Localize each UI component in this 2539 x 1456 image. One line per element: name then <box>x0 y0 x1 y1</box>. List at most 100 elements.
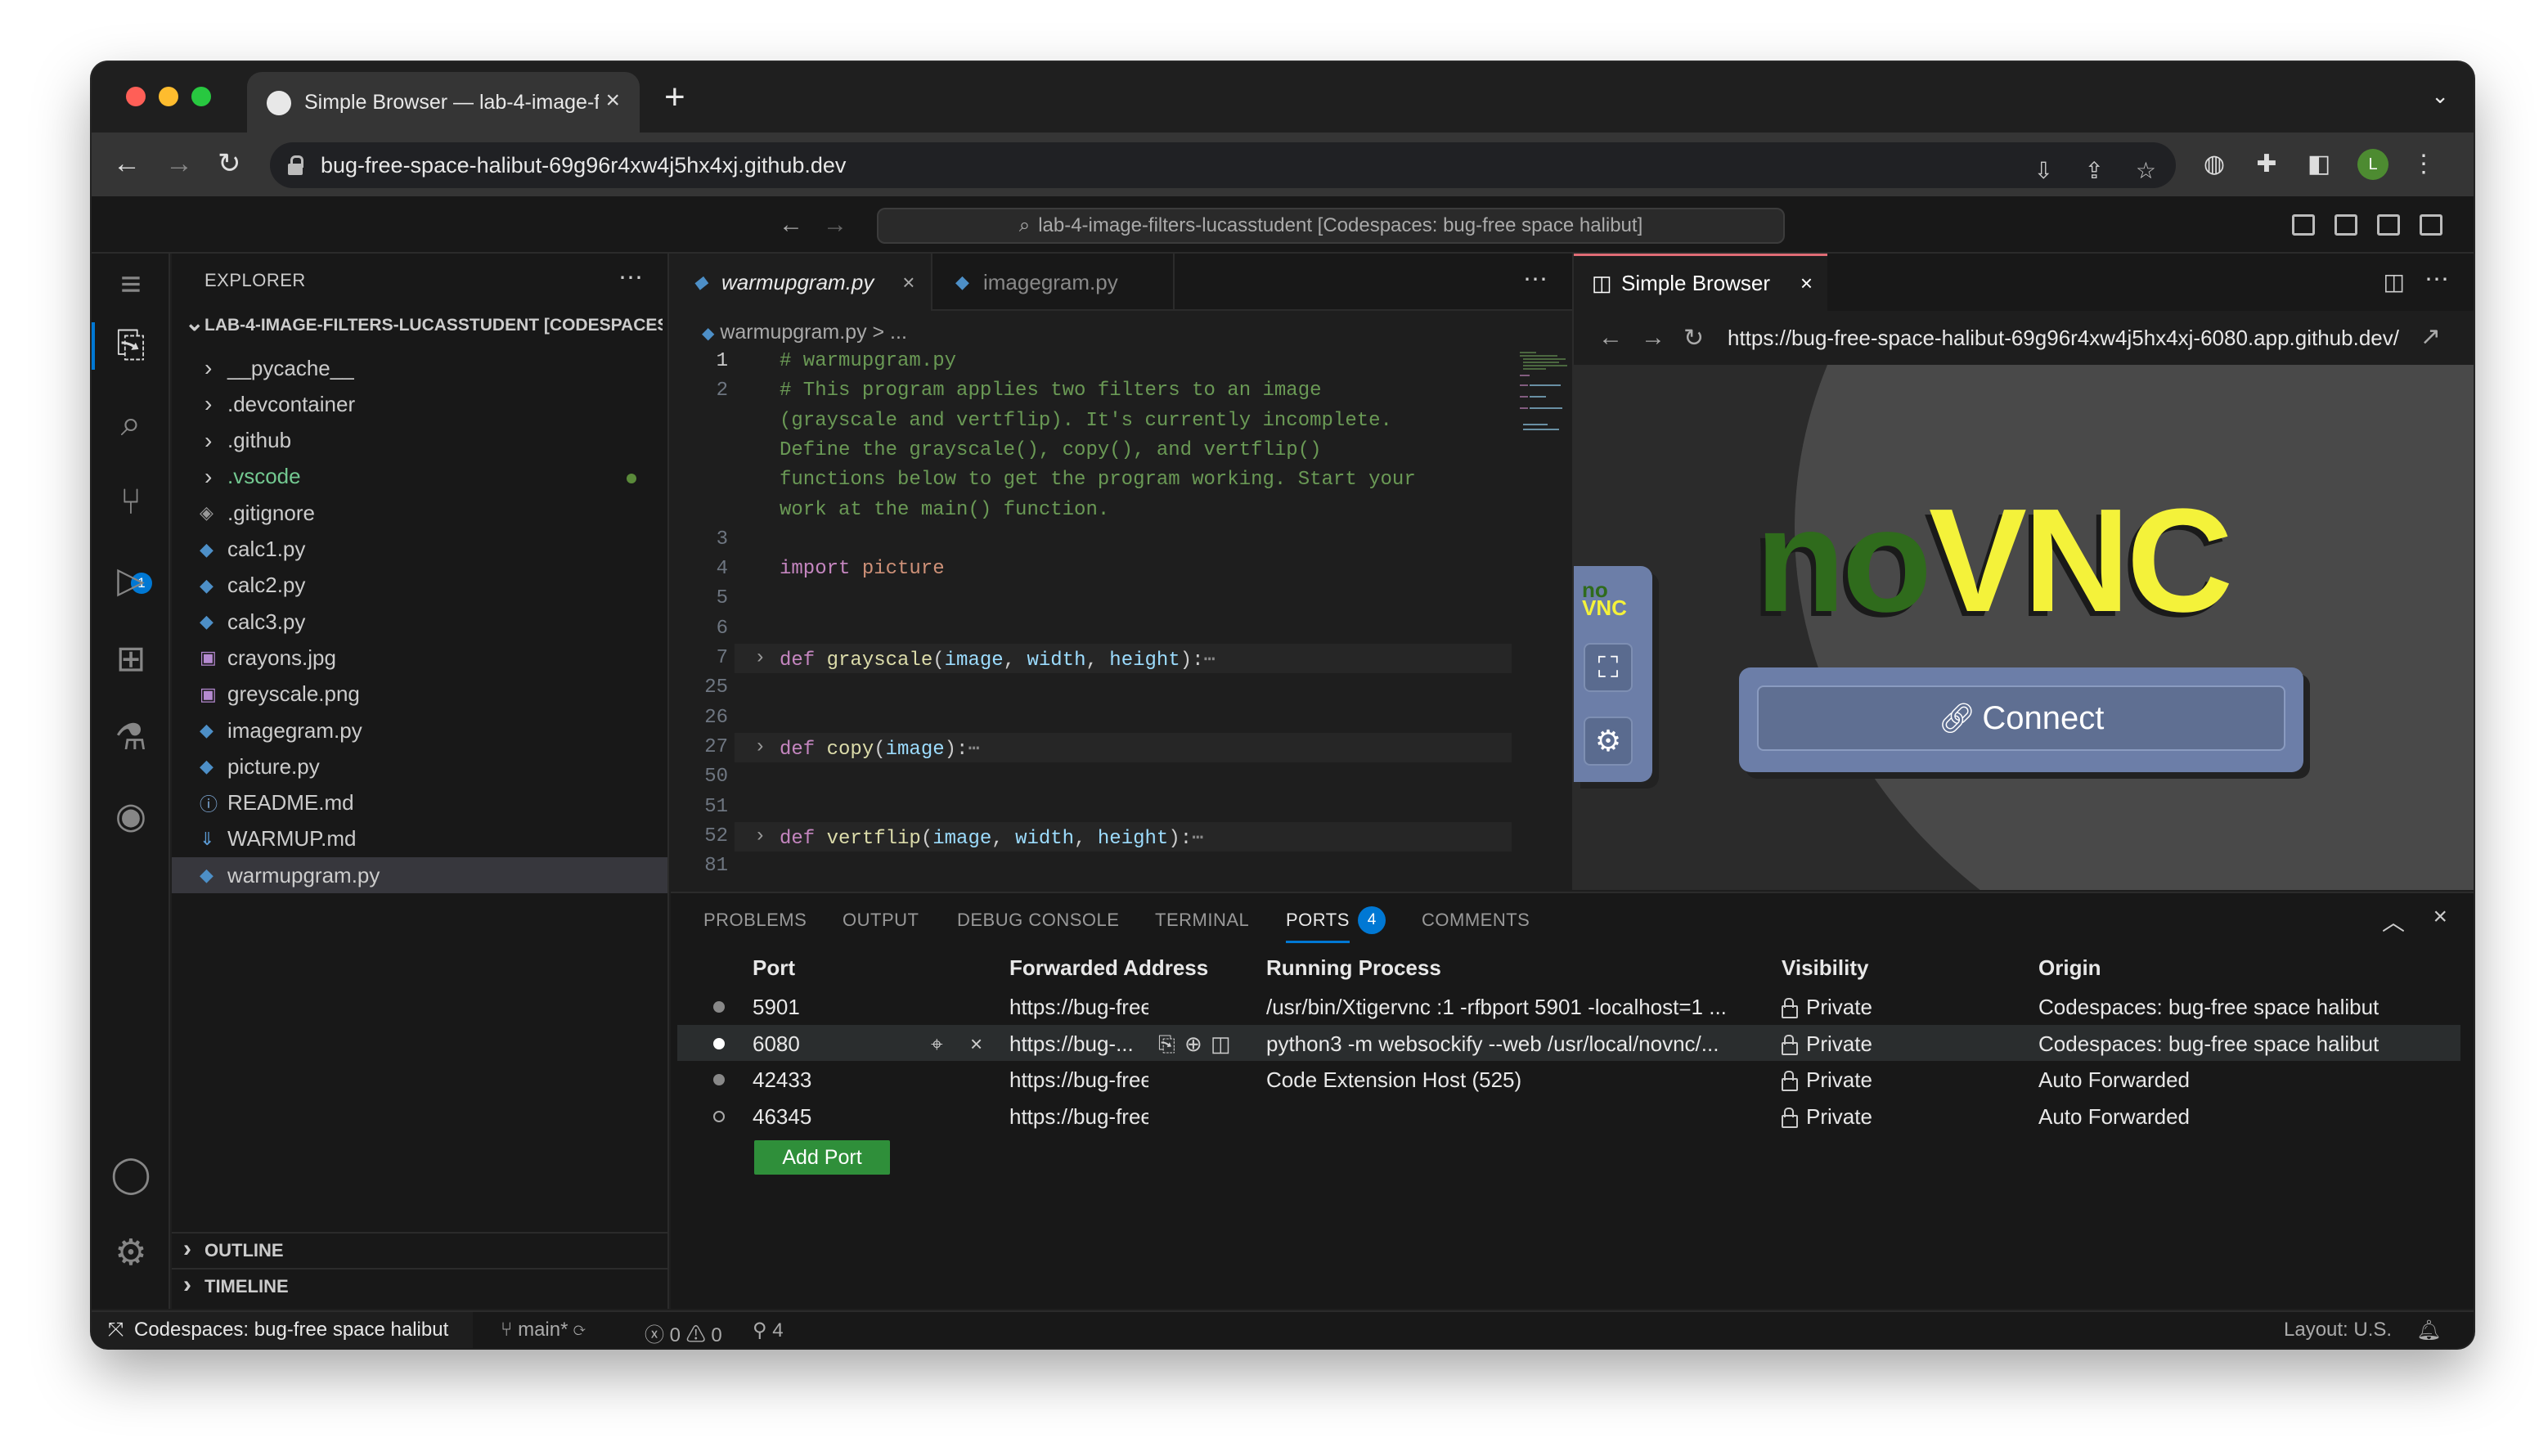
remote-indicator[interactable]: ⤧ Codespaces: bug-free space halibut <box>92 1312 474 1348</box>
address-bar[interactable]: bug-free-space-halibut-69g96r4xw4j5hx4xj… <box>270 142 2176 188</box>
explorer-icon[interactable]: ⎘ <box>110 324 152 366</box>
timeline-section[interactable]: TIMELINE <box>172 1268 667 1304</box>
folded-ellipsis[interactable]: ⋯ <box>1204 649 1216 672</box>
port-row[interactable]: 42433 https://bug-free-spac... Code Extens… <box>677 1061 2460 1097</box>
tab-problems[interactable]: PROBLEMS <box>703 910 807 931</box>
forward-icon[interactable]: → <box>1641 324 1665 352</box>
accounts-icon[interactable]: ◯ <box>110 1153 152 1196</box>
side-panel-icon[interactable]: ◧ <box>2305 151 2333 178</box>
explorer-item[interactable]: ◆ imagegram.py <box>172 712 667 748</box>
manage-gear-icon[interactable]: ⚙ <box>110 1232 152 1274</box>
notifications-bell-icon[interactable]: 🔔︎ <box>2416 1319 2441 1342</box>
minimize-window-button[interactable] <box>159 87 178 106</box>
problems-indicator[interactable]: ⓧ 0 ⚠ 0 <box>645 1319 722 1347</box>
explorer-item[interactable]: ◆ warmupgram.py <box>172 857 667 894</box>
github-icon[interactable]: ◉ <box>110 795 152 838</box>
split-editor-icon[interactable]: ◫ <box>2384 268 2405 295</box>
reload-icon[interactable]: ↻ <box>218 146 241 182</box>
port-address[interactable]: https://bug-free-spac... <box>1009 995 1148 1020</box>
connect-button[interactable]: 🔗︎ Connect <box>1757 685 2285 751</box>
port-row[interactable]: 6080 https://bug-... python3 -m websockify… <box>677 1024 2460 1061</box>
more-actions-icon[interactable]: ⋯ <box>618 263 643 292</box>
close-panel-icon[interactable]: × <box>2433 903 2447 931</box>
explorer-item[interactable]: ◆ calc1.py <box>172 532 667 568</box>
minimap[interactable] <box>1518 350 1567 448</box>
settings-gear-button[interactable]: ⚙ <box>1584 717 1633 766</box>
extensions-icon[interactable]: ⊞ <box>110 638 152 681</box>
back-icon[interactable]: ← <box>1598 324 1623 352</box>
fold-chevron-icon[interactable]: › <box>754 647 766 669</box>
close-window-button[interactable] <box>126 87 146 106</box>
close-tab-icon[interactable]: × <box>1800 271 1813 296</box>
fold-chevron-icon[interactable]: › <box>754 825 766 847</box>
reload-icon[interactable]: ↻ <box>1683 324 1704 353</box>
fullscreen-button[interactable]: ⛶ <box>1584 643 1633 692</box>
new-tab-button[interactable]: + <box>664 77 685 118</box>
source-control-icon[interactable]: ⑂ <box>110 481 152 524</box>
port-address[interactable]: https://bug-free-spac... <box>1009 1104 1148 1130</box>
outline-section[interactable]: OUTLINE <box>172 1232 667 1268</box>
folded-ellipsis[interactable]: ⋯ <box>968 739 979 761</box>
explorer-item[interactable]: › .vscode <box>172 459 667 495</box>
open-external-icon[interactable]: ↗ <box>2420 322 2441 351</box>
tab-comments[interactable]: COMMENTS <box>1422 910 1530 931</box>
port-row[interactable]: 46345 https://bug-free-spac... Private Auto… <box>677 1098 2460 1134</box>
extensions-puzzle-icon[interactable]: ✚ <box>2253 151 2281 178</box>
close-tab-icon[interactable]: × <box>902 270 914 295</box>
explorer-item[interactable]: ⇓ WARMUP.md <box>172 821 667 857</box>
explorer-item[interactable]: ◆ picture.py <box>172 748 667 784</box>
open-in-browser-icon[interactable]: ⊕ <box>1184 1031 1202 1057</box>
branch-indicator[interactable]: ⑂ main* ⟳ <box>501 1319 586 1341</box>
tab-terminal[interactable]: TERMINAL <box>1155 910 1249 931</box>
toggle-panel-icon[interactable] <box>2335 214 2357 236</box>
profile-avatar[interactable]: L <box>2357 149 2388 180</box>
tag-icon[interactable]: ⌖ <box>931 1031 943 1058</box>
toggle-sidebar-icon[interactable] <box>2292 214 2315 236</box>
vscode-back-icon[interactable]: ← <box>779 211 803 239</box>
toggle-secondary-sidebar-icon[interactable] <box>2377 214 2400 236</box>
editor-more-icon[interactable]: ⋯ <box>1523 265 1548 294</box>
explorer-item[interactable]: › .devcontainer <box>172 386 667 422</box>
testing-icon[interactable]: ⚗ <box>110 717 152 759</box>
editor-more-icon[interactable]: ⋯ <box>2424 265 2449 294</box>
maximize-window-button[interactable] <box>191 87 211 106</box>
explorer-item[interactable]: ◈ .gitignore <box>172 495 667 531</box>
search-icon[interactable]: ⌕ <box>110 402 152 445</box>
workspace-root[interactable]: LAB-4-IMAGE-FILTERS-LUCASSTUDENT [CODESP… <box>180 316 663 335</box>
vscode-forward-icon[interactable]: → <box>823 211 847 239</box>
folded-ellipsis[interactable]: ⋯ <box>1192 828 1203 850</box>
port-address[interactable]: https://bug-... <box>1009 1031 1148 1057</box>
share-icon[interactable]: ⇪ <box>2085 157 2104 184</box>
browser-tab[interactable]: Simple Browser — lab-4-image-filters-luc… <box>247 72 640 133</box>
copy-address-icon[interactable]: ⎘ <box>1158 1031 1175 1058</box>
command-center[interactable]: ⌕ lab-4-image-filters-lucasstudent [Code… <box>877 208 1785 244</box>
close-tab-icon[interactable]: × <box>605 87 620 115</box>
tab-imagegram[interactable]: ◆ imagegram.py <box>932 254 1175 311</box>
explorer-item[interactable]: ▣ crayons.jpg <box>172 640 667 676</box>
menu-icon[interactable]: ≡ <box>110 263 152 306</box>
fold-chevron-icon[interactable]: › <box>754 736 766 758</box>
explorer-item[interactable]: ◆ calc2.py <box>172 568 667 604</box>
tab-simple-browser[interactable]: ◫ Simple Browser × <box>1574 254 1827 311</box>
explorer-item[interactable]: ▣ greyscale.png <box>172 676 667 712</box>
tab-warmupgram[interactable]: ◆ warmupgram.py × <box>671 254 932 311</box>
add-port-button[interactable]: Add Port <box>754 1140 890 1175</box>
explorer-item[interactable]: › .github <box>172 423 667 459</box>
tab-debug-console[interactable]: DEBUG CONSOLE <box>957 910 1119 931</box>
install-app-icon[interactable]: ⇩ <box>2034 157 2053 184</box>
explorer-item[interactable]: ⓘ README.md <box>172 785 667 821</box>
explorer-item[interactable]: ◆ calc3.py <box>172 604 667 640</box>
browser-menu-icon[interactable]: ⋮ <box>2410 151 2438 178</box>
forward-icon[interactable]: → <box>165 146 193 182</box>
port-row[interactable]: 5901 https://bug-free-spac... /usr/bin/Xti… <box>677 988 2460 1024</box>
explorer-item[interactable]: › __pycache__ <box>172 350 667 386</box>
preview-in-editor-icon[interactable]: ◫ <box>1211 1031 1231 1057</box>
back-icon[interactable]: ← <box>113 146 141 182</box>
maximize-panel-icon[interactable]: ︿ <box>2382 905 2405 937</box>
ports-indicator[interactable]: ⚲ 4 <box>753 1319 784 1342</box>
run-debug-icon[interactable]: ▷ <box>110 559 152 602</box>
tab-ports[interactable]: PORTS <box>1286 910 1350 943</box>
breadcrumb[interactable]: ◆ warmupgram.py > ... <box>702 321 907 344</box>
stop-forwarding-icon[interactable]: × <box>970 1031 982 1057</box>
tab-output[interactable]: OUTPUT <box>843 910 919 931</box>
